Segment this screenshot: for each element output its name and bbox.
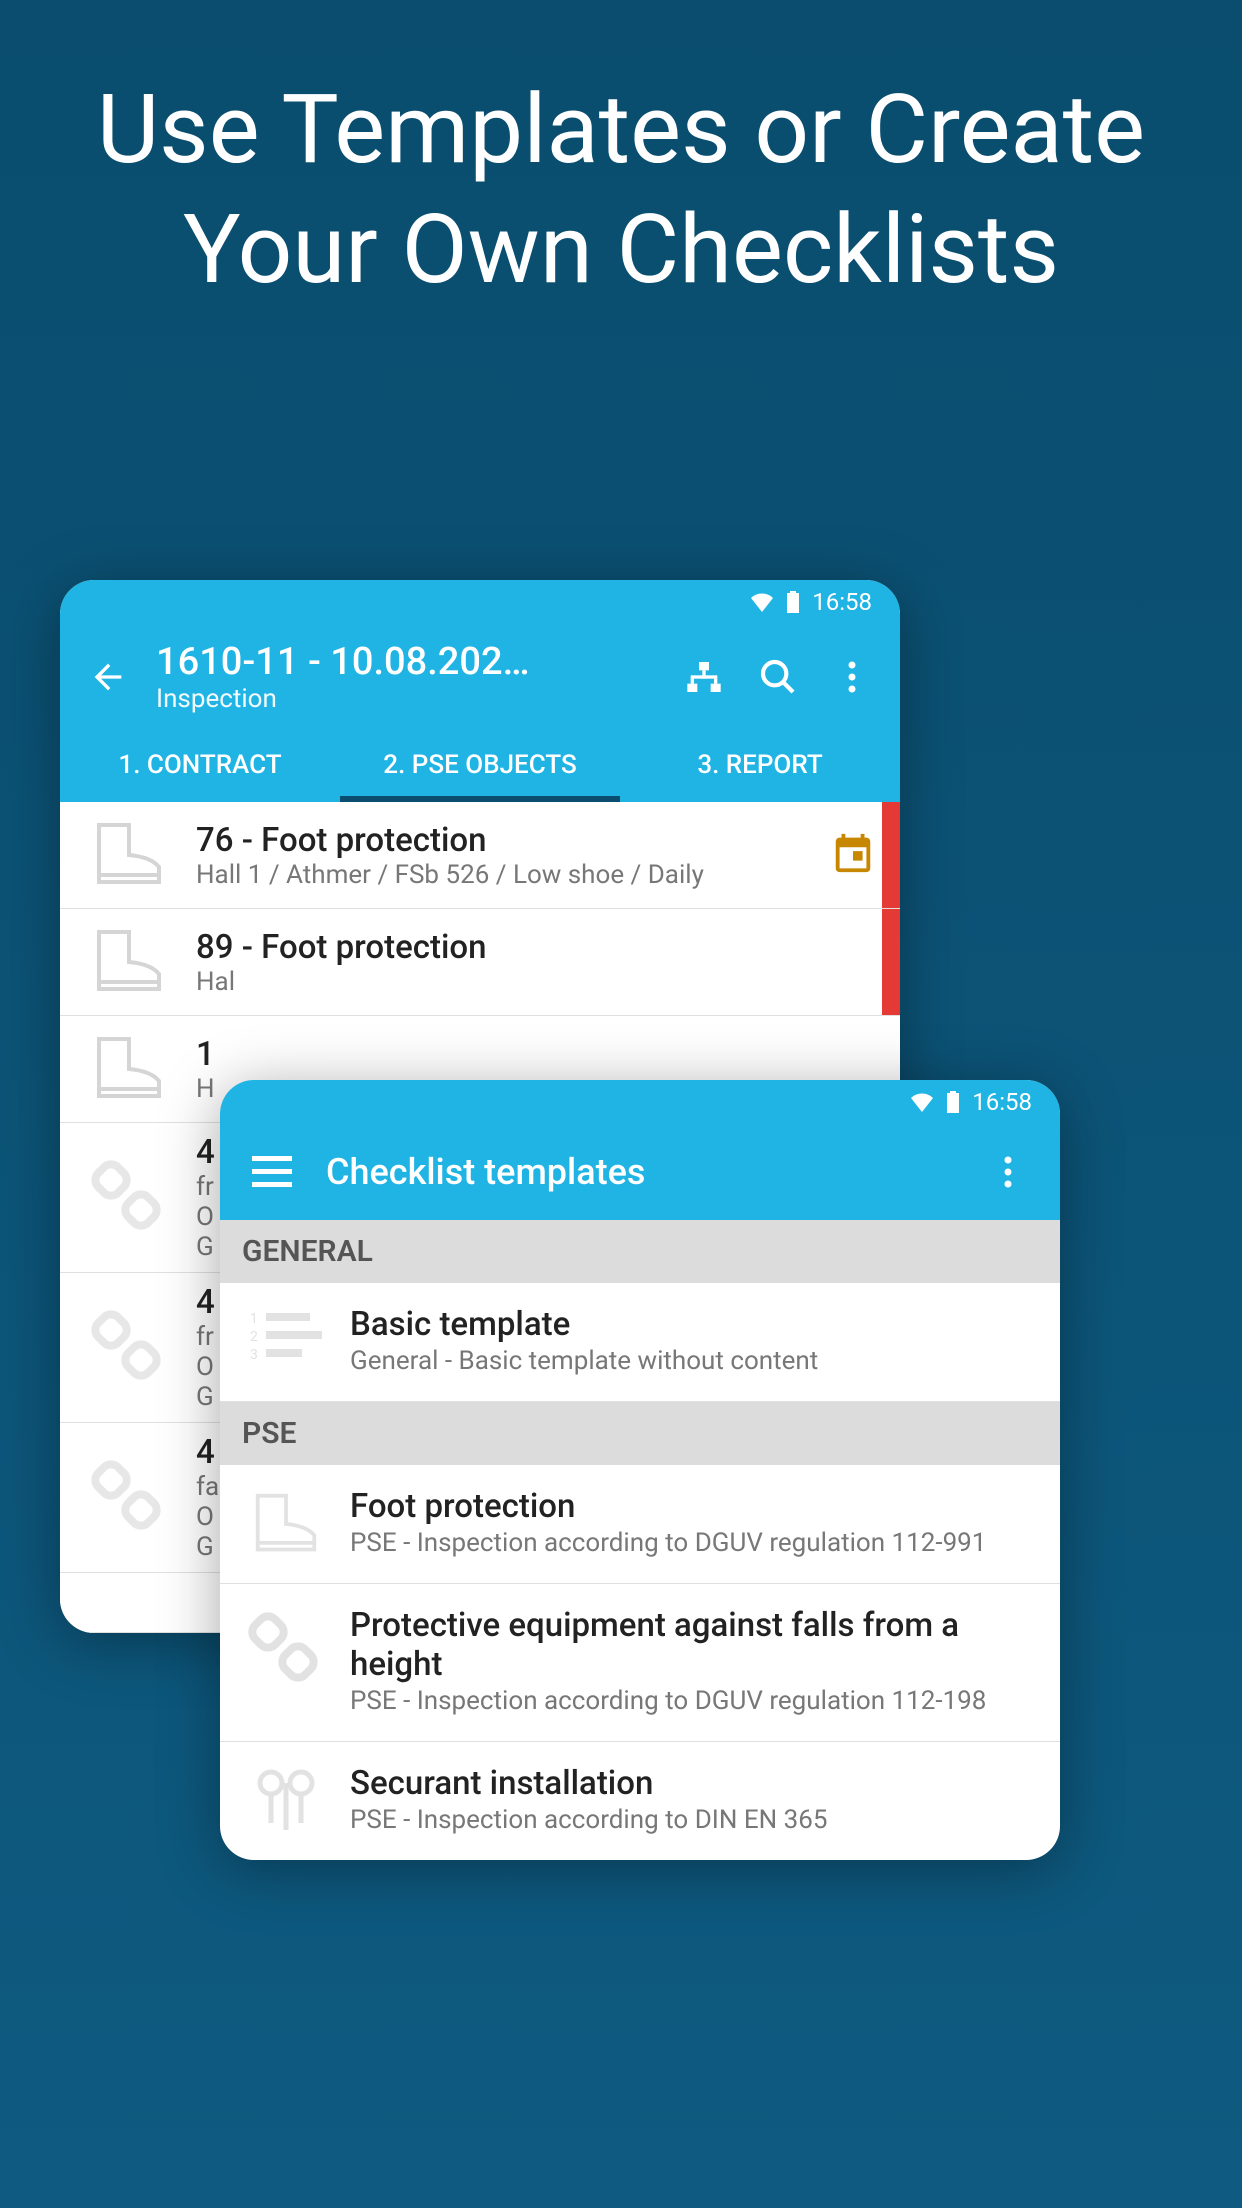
calendar-icon — [830, 830, 876, 880]
tab-pse-objects[interactable]: 2. PSE OBJECTS — [340, 728, 620, 802]
chain-icon — [84, 1458, 174, 1538]
template-sub: General - Basic template without content — [350, 1344, 1034, 1379]
battery-icon — [946, 1091, 960, 1113]
template-item[interactable]: Foot protection PSE - Inspection accordi… — [220, 1465, 1060, 1584]
status-bar: 16:58 — [220, 1080, 1060, 1124]
menu-button[interactable] — [246, 1146, 298, 1198]
template-sub: PSE - Inspection according to DGUV regul… — [350, 1526, 1034, 1561]
chain-icon — [84, 1158, 174, 1238]
appbar-title: Checklist templates — [326, 1151, 954, 1193]
appbar-subtitle: Inspection — [156, 684, 656, 714]
chain-icon — [246, 1606, 326, 1690]
status-time: 16:58 — [972, 1088, 1032, 1116]
boot-icon — [84, 820, 174, 890]
svg-text:1: 1 — [250, 1311, 258, 1327]
appbar-title: 1610-11 - 10.08.202… — [156, 640, 656, 684]
status-strip-red — [882, 802, 900, 908]
list-item[interactable]: 76 - Foot protection Hall 1 / Athmer / F… — [60, 802, 900, 909]
tab-report[interactable]: 3. REPORT — [620, 728, 900, 802]
anchor-icon — [246, 1764, 326, 1838]
hierarchy-button[interactable] — [678, 651, 730, 703]
item-sub: Hall 1 / Athmer / FSb 526 / Low shoe / D… — [196, 860, 808, 890]
status-strip-red — [882, 909, 900, 1015]
template-item[interactable]: Securant installation PSE - Inspection a… — [220, 1742, 1060, 1860]
boot-icon — [84, 1034, 174, 1104]
status-time: 16:58 — [812, 588, 872, 616]
item-title: 76 - Foot protection — [196, 821, 808, 860]
appbar: 1610-11 - 10.08.202… Inspection — [60, 624, 900, 728]
template-title: Protective equipment against falls from … — [350, 1606, 1034, 1684]
wifi-icon — [750, 592, 774, 612]
phone-front: 16:58 Checklist templates GENERAL 1 2 3 Ba… — [220, 1080, 1060, 1860]
template-item[interactable]: Protective equipment against falls from … — [220, 1584, 1060, 1742]
back-button[interactable] — [82, 651, 134, 703]
status-bar: 16:58 — [60, 580, 900, 624]
section-header-pse: PSE — [220, 1402, 1060, 1465]
battery-icon — [786, 591, 800, 613]
chain-icon — [84, 1308, 174, 1388]
promo-title: Use Templates or Create Your Own Checkli… — [0, 0, 1242, 310]
more-button[interactable] — [982, 1146, 1034, 1198]
tab-contract[interactable]: 1. CONTRACT — [60, 728, 340, 802]
search-button[interactable] — [752, 651, 804, 703]
wifi-icon — [910, 1092, 934, 1112]
list-icon: 1 2 3 — [246, 1305, 326, 1365]
template-item[interactable]: 1 2 3 Basic template General - Basic templ… — [220, 1283, 1060, 1402]
list-item[interactable]: 89 - Foot protection Hal — [60, 909, 900, 1016]
item-sub: Hal — [196, 967, 876, 997]
template-sub: PSE - Inspection according to DGUV regul… — [350, 1684, 1034, 1719]
more-button[interactable] — [826, 651, 878, 703]
svg-text:3: 3 — [250, 1347, 258, 1363]
boot-icon — [246, 1487, 326, 1557]
template-title: Securant installation — [350, 1764, 1034, 1803]
template-title: Foot protection — [350, 1487, 1034, 1526]
appbar: Checklist templates — [220, 1124, 1060, 1220]
item-title: 89 - Foot protection — [196, 928, 876, 967]
template-sub: PSE - Inspection according to DIN EN 365 — [350, 1803, 1034, 1838]
item-title: 1 — [196, 1035, 876, 1074]
template-title: Basic template — [350, 1305, 1034, 1344]
tabs: 1. CONTRACT 2. PSE OBJECTS 3. REPORT — [60, 728, 900, 802]
boot-icon — [84, 927, 174, 997]
section-header-general: GENERAL — [220, 1220, 1060, 1283]
svg-text:2: 2 — [250, 1329, 258, 1345]
